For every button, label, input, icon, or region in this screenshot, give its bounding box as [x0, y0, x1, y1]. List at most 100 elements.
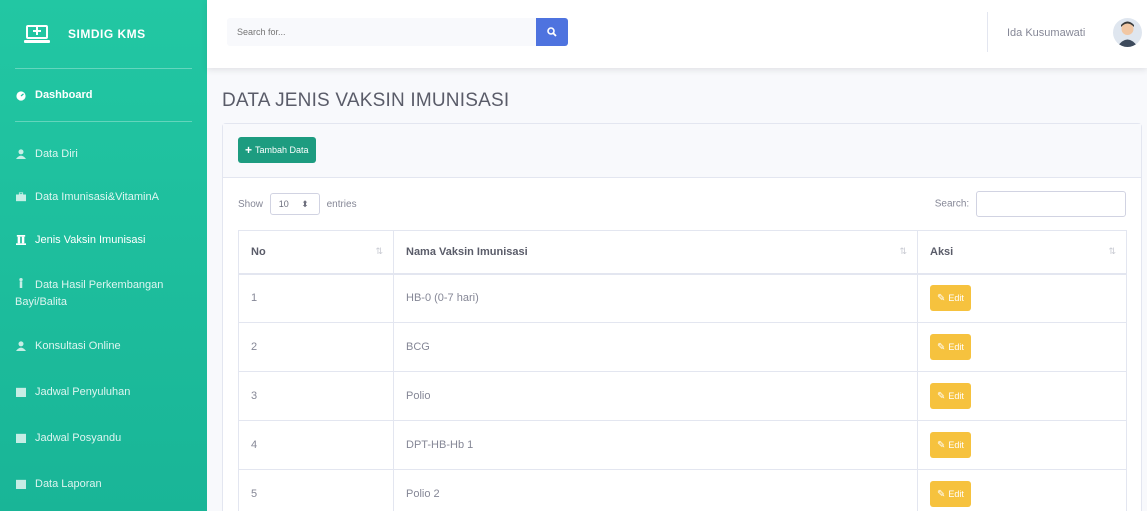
- laptop-plus-icon: [24, 25, 50, 43]
- child-icon: [19, 278, 23, 288]
- table-row: 1 HB-0 (0-7 hari) ✎ Edit: [238, 273, 1127, 323]
- column-header-name[interactable]: Nama Vaksin Imunisasi ⇅: [393, 230, 918, 275]
- row-action: ✎ Edit: [917, 322, 1127, 372]
- data-card: + Tambah Data Show 10 ⬍ entries Search: …: [222, 123, 1142, 511]
- table-controls: Show 10 ⬍ entries Search:: [238, 178, 1126, 230]
- edit-icon: ✎: [937, 439, 946, 451]
- table-row: 4 DPT-HB-Hb 1 ✎ Edit: [238, 420, 1127, 470]
- row-action: ✎ Edit: [917, 420, 1127, 470]
- add-data-button[interactable]: + Tambah Data: [238, 137, 316, 163]
- row-vaccine-name: HB-0 (0-7 hari): [393, 273, 918, 323]
- edit-label: Edit: [948, 440, 964, 450]
- edit-label: Edit: [948, 293, 964, 304]
- search-input[interactable]: [227, 18, 536, 46]
- sidebar-item-data-diri[interactable]: Data Diri: [0, 148, 207, 160]
- sidebar-item-label: Data Imunisasi&VitaminA: [35, 191, 159, 203]
- table-header-row: No ⇅ Nama Vaksin Imunisasi ⇅ Aksi ⇅: [238, 230, 1127, 275]
- card-body: Show 10 ⬍ entries Search: No ⇅ Nama Vaksi…: [223, 178, 1141, 511]
- topbar-search: [227, 18, 568, 46]
- vaccine-table: No ⇅ Nama Vaksin Imunisasi ⇅ Aksi ⇅ 1 HB-0 …: [238, 230, 1127, 511]
- user-icon: [16, 341, 26, 351]
- user-avatar-icon: [1117, 21, 1138, 47]
- row-vaccine-name: Polio: [393, 371, 918, 421]
- row-no: 1: [238, 273, 394, 323]
- sort-icon: ⇅: [375, 246, 383, 256]
- sidebar-item-konsultasi[interactable]: Konsultasi Online: [0, 340, 207, 352]
- column-header-label: Aksi: [930, 245, 954, 258]
- user-name[interactable]: Ida Kusumawati: [1007, 27, 1085, 39]
- sidebar-item-data-laporan[interactable]: Data Laporan: [0, 478, 207, 490]
- page-title: DATA JENIS VAKSIN IMUNISASI: [222, 90, 510, 111]
- column-header-no[interactable]: No ⇅: [238, 230, 394, 275]
- sidebar-item-label: Data Hasil Perkembangan Bayi/Balita: [15, 279, 164, 308]
- sidebar-item-data-imunisasi[interactable]: Data Imunisasi&VitaminA: [0, 191, 207, 203]
- row-action: ✎ Edit: [917, 469, 1127, 511]
- entries-select[interactable]: 10 ⬍: [269, 193, 320, 215]
- edit-label: Edit: [948, 342, 964, 352]
- row-no: 4: [238, 420, 394, 470]
- sidebar-item-label: Data Laporan: [35, 478, 102, 490]
- edit-label: Edit: [948, 391, 964, 401]
- edit-button[interactable]: ✎ Edit: [930, 285, 971, 312]
- select-caret-icon: ⬍: [301, 199, 309, 209]
- user-icon: [16, 149, 26, 159]
- calendar-icon: [16, 433, 26, 443]
- row-action: ✎ Edit: [917, 371, 1127, 421]
- row-no: 3: [238, 371, 394, 421]
- sidebar-item-label: Jadwal Posyandu: [35, 432, 122, 444]
- card-header: + Tambah Data: [223, 124, 1141, 178]
- sidebar: SIMDIG KMS Dashboard Data Diri Data Imun…: [0, 0, 207, 511]
- edit-button[interactable]: ✎ Edit: [930, 432, 971, 458]
- table-search: Search:: [935, 191, 1126, 217]
- table-search-label: Search:: [934, 198, 970, 210]
- column-header-label: No: [251, 245, 266, 258]
- edit-icon: ✎: [937, 488, 946, 500]
- edit-icon: ✎: [937, 390, 946, 402]
- edit-button[interactable]: ✎ Edit: [930, 334, 971, 360]
- row-vaccine-name: BCG: [393, 322, 918, 372]
- entries-length: Show 10 ⬍ entries: [238, 193, 357, 215]
- edit-button[interactable]: ✎ Edit: [930, 481, 971, 507]
- brand-name: SIMDIG KMS: [68, 27, 146, 41]
- sidebar-item-label: Jadwal Penyuluhan: [35, 386, 131, 398]
- sidebar-item-jadwal-penyuluhan[interactable]: Jadwal Penyuluhan: [0, 386, 207, 398]
- brand[interactable]: SIMDIG KMS: [0, 0, 207, 68]
- sort-icon: ⇅: [1108, 246, 1116, 256]
- table-search-input[interactable]: [976, 191, 1126, 217]
- row-no: 5: [238, 469, 394, 511]
- sidebar-item-label: Konsultasi Online: [35, 340, 121, 352]
- row-action: ✎ Edit: [917, 273, 1127, 323]
- plus-icon: +: [245, 143, 253, 157]
- sidebar-item-jadwal-posyandu[interactable]: Jadwal Posyandu: [0, 432, 207, 444]
- edit-label: Edit: [948, 489, 964, 499]
- search-icon: [547, 27, 557, 37]
- avatar[interactable]: [1113, 18, 1142, 47]
- column-header-label: Nama Vaksin Imunisasi: [406, 245, 528, 258]
- row-vaccine-name: Polio 2: [393, 469, 918, 511]
- sidebar-divider: [15, 121, 192, 122]
- table-row: 2 BCG ✎ Edit: [238, 322, 1127, 372]
- briefcase-icon: [16, 192, 26, 202]
- row-vaccine-name: DPT-HB-Hb 1: [393, 420, 918, 470]
- sidebar-item-dashboard[interactable]: Dashboard: [0, 69, 207, 121]
- topbar-divider: [987, 12, 988, 52]
- sidebar-item-label: Data Diri: [35, 148, 78, 160]
- edit-button[interactable]: ✎ Edit: [930, 383, 971, 409]
- edit-icon: ✎: [937, 341, 946, 353]
- calendar-icon: [16, 387, 26, 397]
- table-row: 3 Polio ✎ Edit: [238, 371, 1127, 421]
- entries-label: entries: [326, 199, 357, 210]
- syringe-icon: [16, 235, 26, 245]
- edit-icon: ✎: [937, 292, 946, 304]
- sidebar-item-label: Jenis Vaksin Imunisasi: [35, 234, 146, 246]
- topbar: Ida Kusumawati: [207, 0, 1147, 68]
- sidebar-item-jenis-vaksin[interactable]: Jenis Vaksin Imunisasi: [0, 234, 207, 246]
- report-icon: [16, 479, 26, 489]
- sort-icon: ⇅: [899, 246, 907, 256]
- search-button[interactable]: [536, 18, 568, 46]
- column-header-aksi[interactable]: Aksi ⇅: [917, 230, 1127, 275]
- add-data-label: Tambah Data: [255, 145, 309, 155]
- row-no: 2: [238, 322, 394, 372]
- sidebar-item-perkembangan[interactable]: Data Hasil Perkembangan Bayi/Balita: [0, 277, 207, 311]
- tachometer-icon: [16, 90, 26, 101]
